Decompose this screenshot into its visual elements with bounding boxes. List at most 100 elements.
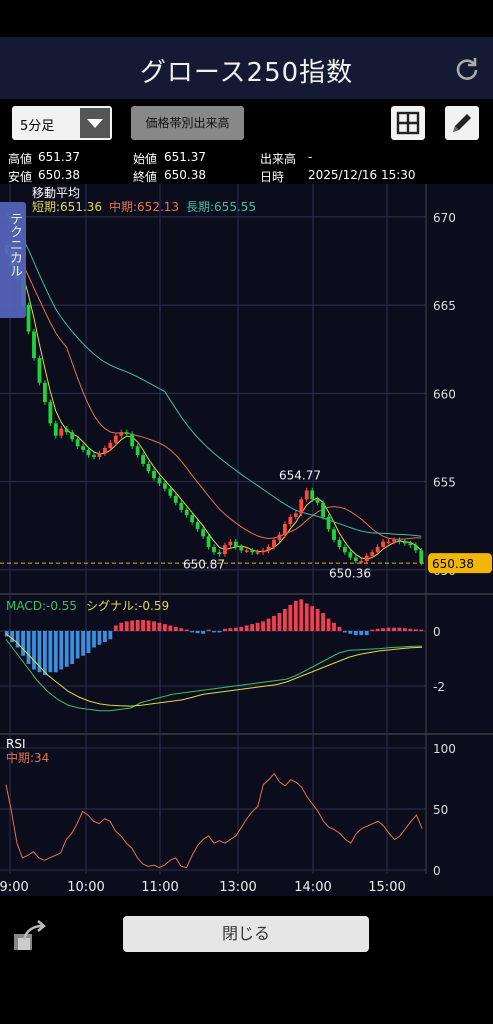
- close-value: 650.38: [164, 168, 206, 182]
- macd-histogram-bar: [157, 622, 162, 631]
- time-axis-label: 13:00: [219, 880, 256, 895]
- macd-histogram-bar: [206, 629, 211, 631]
- macd-histogram-bar: [64, 631, 69, 667]
- candle-body: [277, 534, 282, 540]
- refresh-icon[interactable]: [454, 56, 480, 82]
- macd-histogram-bar: [21, 631, 25, 656]
- candle-body: [370, 552, 375, 556]
- price-volume-button[interactable]: 価格帯別出来高: [131, 106, 244, 140]
- candle-body: [223, 545, 227, 554]
- macd-histogram-bar: [228, 628, 233, 631]
- candle-body: [228, 541, 233, 546]
- macd-histogram-bar: [53, 631, 58, 673]
- macd-histogram-bar: [419, 629, 424, 631]
- macd-histogram-bar: [59, 631, 64, 670]
- candle-body: [233, 541, 238, 547]
- macd-histogram-bar: [168, 625, 173, 631]
- candle-body: [26, 305, 31, 332]
- candle-body: [48, 402, 53, 424]
- macd-histogram-bar: [304, 603, 309, 631]
- candle-body: [130, 433, 135, 447]
- rsi-title: RSI: [6, 737, 26, 751]
- price-axis-label: 670: [433, 211, 456, 225]
- candle-body: [315, 499, 320, 503]
- candle-body: [97, 453, 102, 457]
- candle-body: [353, 557, 358, 562]
- candle-body: [261, 550, 265, 553]
- macd-histogram-bar: [103, 631, 107, 642]
- macd-histogram-bar: [348, 631, 353, 634]
- macd-histogram-bar: [359, 631, 364, 636]
- candle-body: [266, 546, 271, 551]
- candle-body: [304, 490, 309, 500]
- macd-histogram-bar: [217, 631, 222, 633]
- candle-body: [179, 502, 184, 510]
- macd-histogram-bar: [239, 626, 244, 631]
- macd-histogram-bar: [244, 625, 249, 631]
- macd-histogram-bar: [75, 631, 80, 659]
- chart-area[interactable]: 670665660655650650.38654.77650.87650.36移…: [0, 184, 493, 896]
- macd-histogram-bar: [272, 615, 276, 631]
- macd-histogram-bar: [92, 631, 96, 648]
- close-label: 終値: [133, 170, 158, 184]
- low-value: 650.38: [38, 168, 80, 182]
- candle-body: [75, 439, 80, 447]
- rsi-axis-label: 0: [433, 864, 441, 878]
- interval-select[interactable]: 5分足: [12, 106, 112, 140]
- share-icon[interactable]: [10, 916, 48, 954]
- time-value: 2025/12/16 15:30: [308, 168, 416, 182]
- macd-histogram-bar: [261, 621, 265, 631]
- status-bar: [0, 0, 493, 37]
- candle-body: [343, 546, 347, 553]
- technical-side-tab[interactable]: テクニカル: [0, 202, 26, 318]
- candle-body: [321, 502, 325, 517]
- macd-histogram-bar: [108, 631, 113, 640]
- chevron-down-icon: [80, 108, 110, 138]
- macd-histogram-bar: [293, 600, 298, 631]
- signal-label: シグナル:-0.59: [86, 599, 169, 613]
- candle-body: [43, 382, 47, 403]
- macd-histogram-bar: [190, 631, 195, 633]
- candle-body: [359, 561, 364, 563]
- candle-body: [212, 546, 216, 553]
- candle-body: [124, 432, 129, 434]
- candle-body: [135, 446, 140, 456]
- candle-body: [141, 455, 145, 464]
- chart-svg[interactable]: 670665660655650650.38654.77650.87650.36移…: [0, 184, 493, 896]
- moving-average-line: [6, 213, 422, 537]
- macd-histogram-bar: [32, 631, 36, 670]
- macd-histogram-bar: [283, 609, 287, 631]
- macd-axis-label: -2: [433, 680, 445, 694]
- candle-body: [64, 428, 69, 433]
- moving-average-label: 短期:651.36: [32, 200, 102, 214]
- candle-body: [250, 550, 255, 553]
- candle-body: [92, 455, 96, 457]
- macd-histogram-bar: [119, 622, 124, 631]
- candle-body: [386, 541, 391, 544]
- macd-histogram-bar: [179, 628, 184, 631]
- macd-histogram-bar: [113, 625, 118, 631]
- macd-histogram-bar: [321, 613, 325, 631]
- candle-body: [217, 552, 222, 554]
- rsi-label: 中期:34: [6, 750, 49, 765]
- macd-histogram-bar: [130, 620, 135, 631]
- candle-body: [70, 432, 75, 440]
- pencil-icon[interactable]: [445, 106, 479, 140]
- macd-histogram-bar: [364, 631, 369, 636]
- macd-histogram-bar: [277, 613, 282, 631]
- macd-histogram-bar: [26, 631, 31, 664]
- candle-body: [408, 543, 413, 546]
- candle-body: [81, 446, 85, 450]
- candle-body: [108, 442, 113, 449]
- candle-body: [392, 539, 396, 542]
- candle-body: [272, 539, 276, 547]
- price-annotation: 650.36: [329, 567, 371, 581]
- candle-body: [103, 448, 107, 454]
- time-label: 日時: [260, 170, 285, 184]
- rsi-axis-label: 50: [433, 803, 448, 817]
- candle-body: [119, 432, 124, 436]
- grid-icon[interactable]: [391, 106, 425, 140]
- close-button[interactable]: 閉じる: [123, 916, 369, 952]
- macd-histogram-bar: [332, 622, 336, 631]
- rsi-axis-label: 100: [433, 742, 456, 756]
